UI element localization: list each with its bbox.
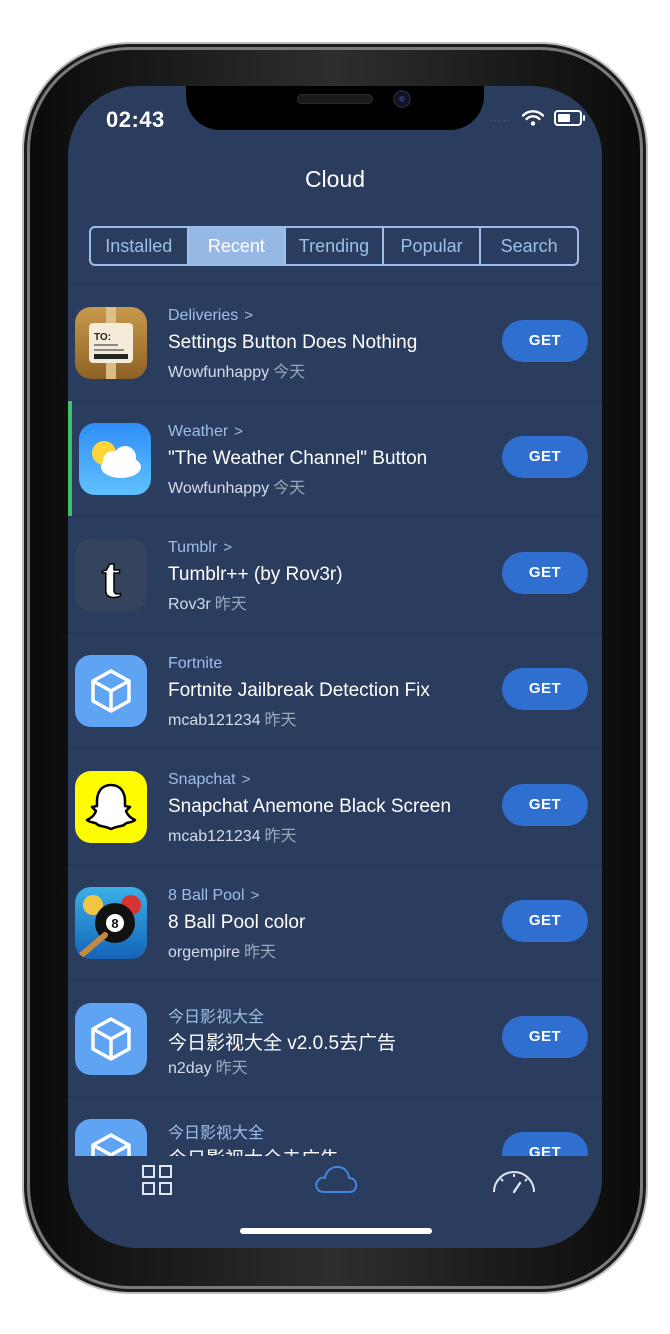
list-item[interactable]: Snapchat > Snapchat Anemone Black Screen … [68, 748, 602, 864]
selected-marker [68, 401, 72, 516]
eight-ball-pool-app-icon: 8 [75, 887, 147, 959]
package-list: TO: Deliveries > Settings Button Does Not… [68, 284, 602, 1212]
get-button[interactable]: GET [502, 784, 588, 826]
page-title: Cloud [304, 166, 366, 192]
app-screen: 02:43 ..... Cloud Installed Recent Trend… [68, 86, 602, 1248]
get-button[interactable]: GET [502, 900, 588, 942]
list-item[interactable]: Weather > "The Weather Channel" Button Wo… [68, 400, 602, 516]
tab-trending[interactable]: Trending [286, 228, 384, 264]
chevron-right-icon: > [234, 423, 243, 440]
category-link[interactable]: Fortnite [168, 655, 222, 673]
category-link[interactable]: Tumblr > [168, 539, 232, 557]
tabbar-item-dashboard[interactable] [491, 1164, 537, 1201]
speaker-grille [297, 94, 373, 104]
chevron-right-icon: > [241, 771, 251, 788]
date: 昨天 [214, 596, 247, 613]
tab-popular[interactable]: Popular [384, 228, 482, 264]
package-name: 今日影视大全 v2.0.5去广告 [168, 1033, 397, 1054]
package-meta: n2day 昨天 [168, 1054, 248, 1078]
weather-app-icon [79, 423, 151, 495]
chevron-right-icon: > [223, 539, 232, 556]
signal-dots: ..... [489, 113, 512, 123]
date: 今天 [273, 480, 306, 497]
package-meta: mcab121234 昨天 [168, 822, 297, 846]
list-item[interactable]: TO: Deliveries > Settings Button Does Not… [68, 284, 602, 400]
tab-recent[interactable]: Recent [188, 228, 287, 264]
grid-icon [142, 1165, 172, 1195]
tab-search[interactable]: Search [481, 228, 577, 264]
date: 昨天 [264, 828, 297, 845]
package-cube-icon [75, 655, 147, 727]
snapchat-app-icon [75, 771, 147, 843]
category-link[interactable]: Snapchat > [168, 771, 250, 789]
chevron-right-icon: > [250, 887, 260, 904]
deliveries-app-icon: TO: [75, 307, 147, 379]
package-meta: Wowfunhappy 今天 [168, 474, 305, 498]
get-button[interactable]: GET [502, 552, 588, 594]
date: 昨天 [215, 1060, 248, 1077]
tabbar-item-installed[interactable] [141, 1164, 173, 1201]
author: mcab121234 [168, 712, 261, 729]
svg-text:8: 8 [111, 916, 118, 931]
author: Wowfunhappy [168, 364, 270, 381]
package-name: Settings Button Does Nothing [168, 332, 418, 353]
front-camera [393, 90, 411, 108]
tumblr-app-icon: t [75, 539, 147, 611]
package-meta: Rov3r 昨天 [168, 590, 247, 614]
package-cube-icon [75, 1003, 147, 1075]
date: 今天 [273, 364, 306, 381]
author: mcab121234 [168, 828, 261, 845]
battery-icon [554, 110, 585, 126]
category-link[interactable]: 今日影视大全 [168, 1003, 264, 1027]
home-indicator[interactable] [240, 1228, 432, 1234]
list-item[interactable]: 8 8 Ball Pool > 8 Ball Pool color orgempi… [68, 864, 602, 980]
svg-text:TO:: TO: [94, 332, 111, 343]
notch [186, 86, 484, 130]
segmented-control: Installed Recent Trending Popular Search [89, 226, 579, 266]
package-name: 8 Ball Pool color [168, 912, 306, 933]
list-item[interactable]: t Tumblr > Tumblr++ (by Rov3r) Rov3r 昨天 GE… [68, 516, 602, 632]
author: orgempire [168, 944, 241, 961]
get-button[interactable]: GET [502, 320, 588, 362]
category-link[interactable]: 8 Ball Pool > [168, 887, 259, 905]
package-name: "The Weather Channel" Button [168, 448, 428, 469]
category-link[interactable]: Deliveries > [168, 307, 253, 325]
date: 昨天 [264, 712, 297, 729]
package-meta: Wowfunhappy 今天 [168, 358, 305, 382]
status-indicators: ..... [489, 110, 585, 126]
speedometer-icon [493, 1171, 535, 1194]
chevron-right-icon: > [244, 307, 254, 324]
author: Wowfunhappy [168, 480, 270, 497]
get-button[interactable]: GET [502, 436, 588, 478]
package-name: Tumblr++ (by Rov3r) [168, 564, 343, 585]
author: Rov3r [168, 596, 211, 613]
svg-text:t: t [101, 545, 121, 610]
package-name: Fortnite Jailbreak Detection Fix [168, 680, 430, 701]
list-item[interactable]: 今日影视大全 今日影视大全 v2.0.5去广告 n2day 昨天 GET [68, 980, 602, 1096]
package-name: Snapchat Anemone Black Screen [168, 796, 452, 817]
get-button[interactable]: GET [502, 668, 588, 710]
category-link[interactable]: Weather > [168, 423, 243, 441]
status-time: 02:43 [106, 107, 165, 132]
package-meta: orgempire 昨天 [168, 938, 276, 962]
tab-bar [68, 1156, 602, 1248]
tab-installed[interactable]: Installed [91, 228, 189, 264]
tabbar-item-cloud[interactable] [313, 1162, 359, 1201]
category-link[interactable]: 今日影视大全 [168, 1119, 264, 1143]
date: 昨天 [244, 944, 277, 961]
list-item[interactable]: Fortnite Fortnite Jailbreak Detection Fi… [68, 632, 602, 748]
author: n2day [168, 1060, 212, 1077]
cloud-icon [315, 1165, 358, 1193]
wifi-icon [522, 110, 544, 126]
package-meta: mcab121234 昨天 [168, 706, 297, 730]
get-button[interactable]: GET [502, 1016, 588, 1058]
